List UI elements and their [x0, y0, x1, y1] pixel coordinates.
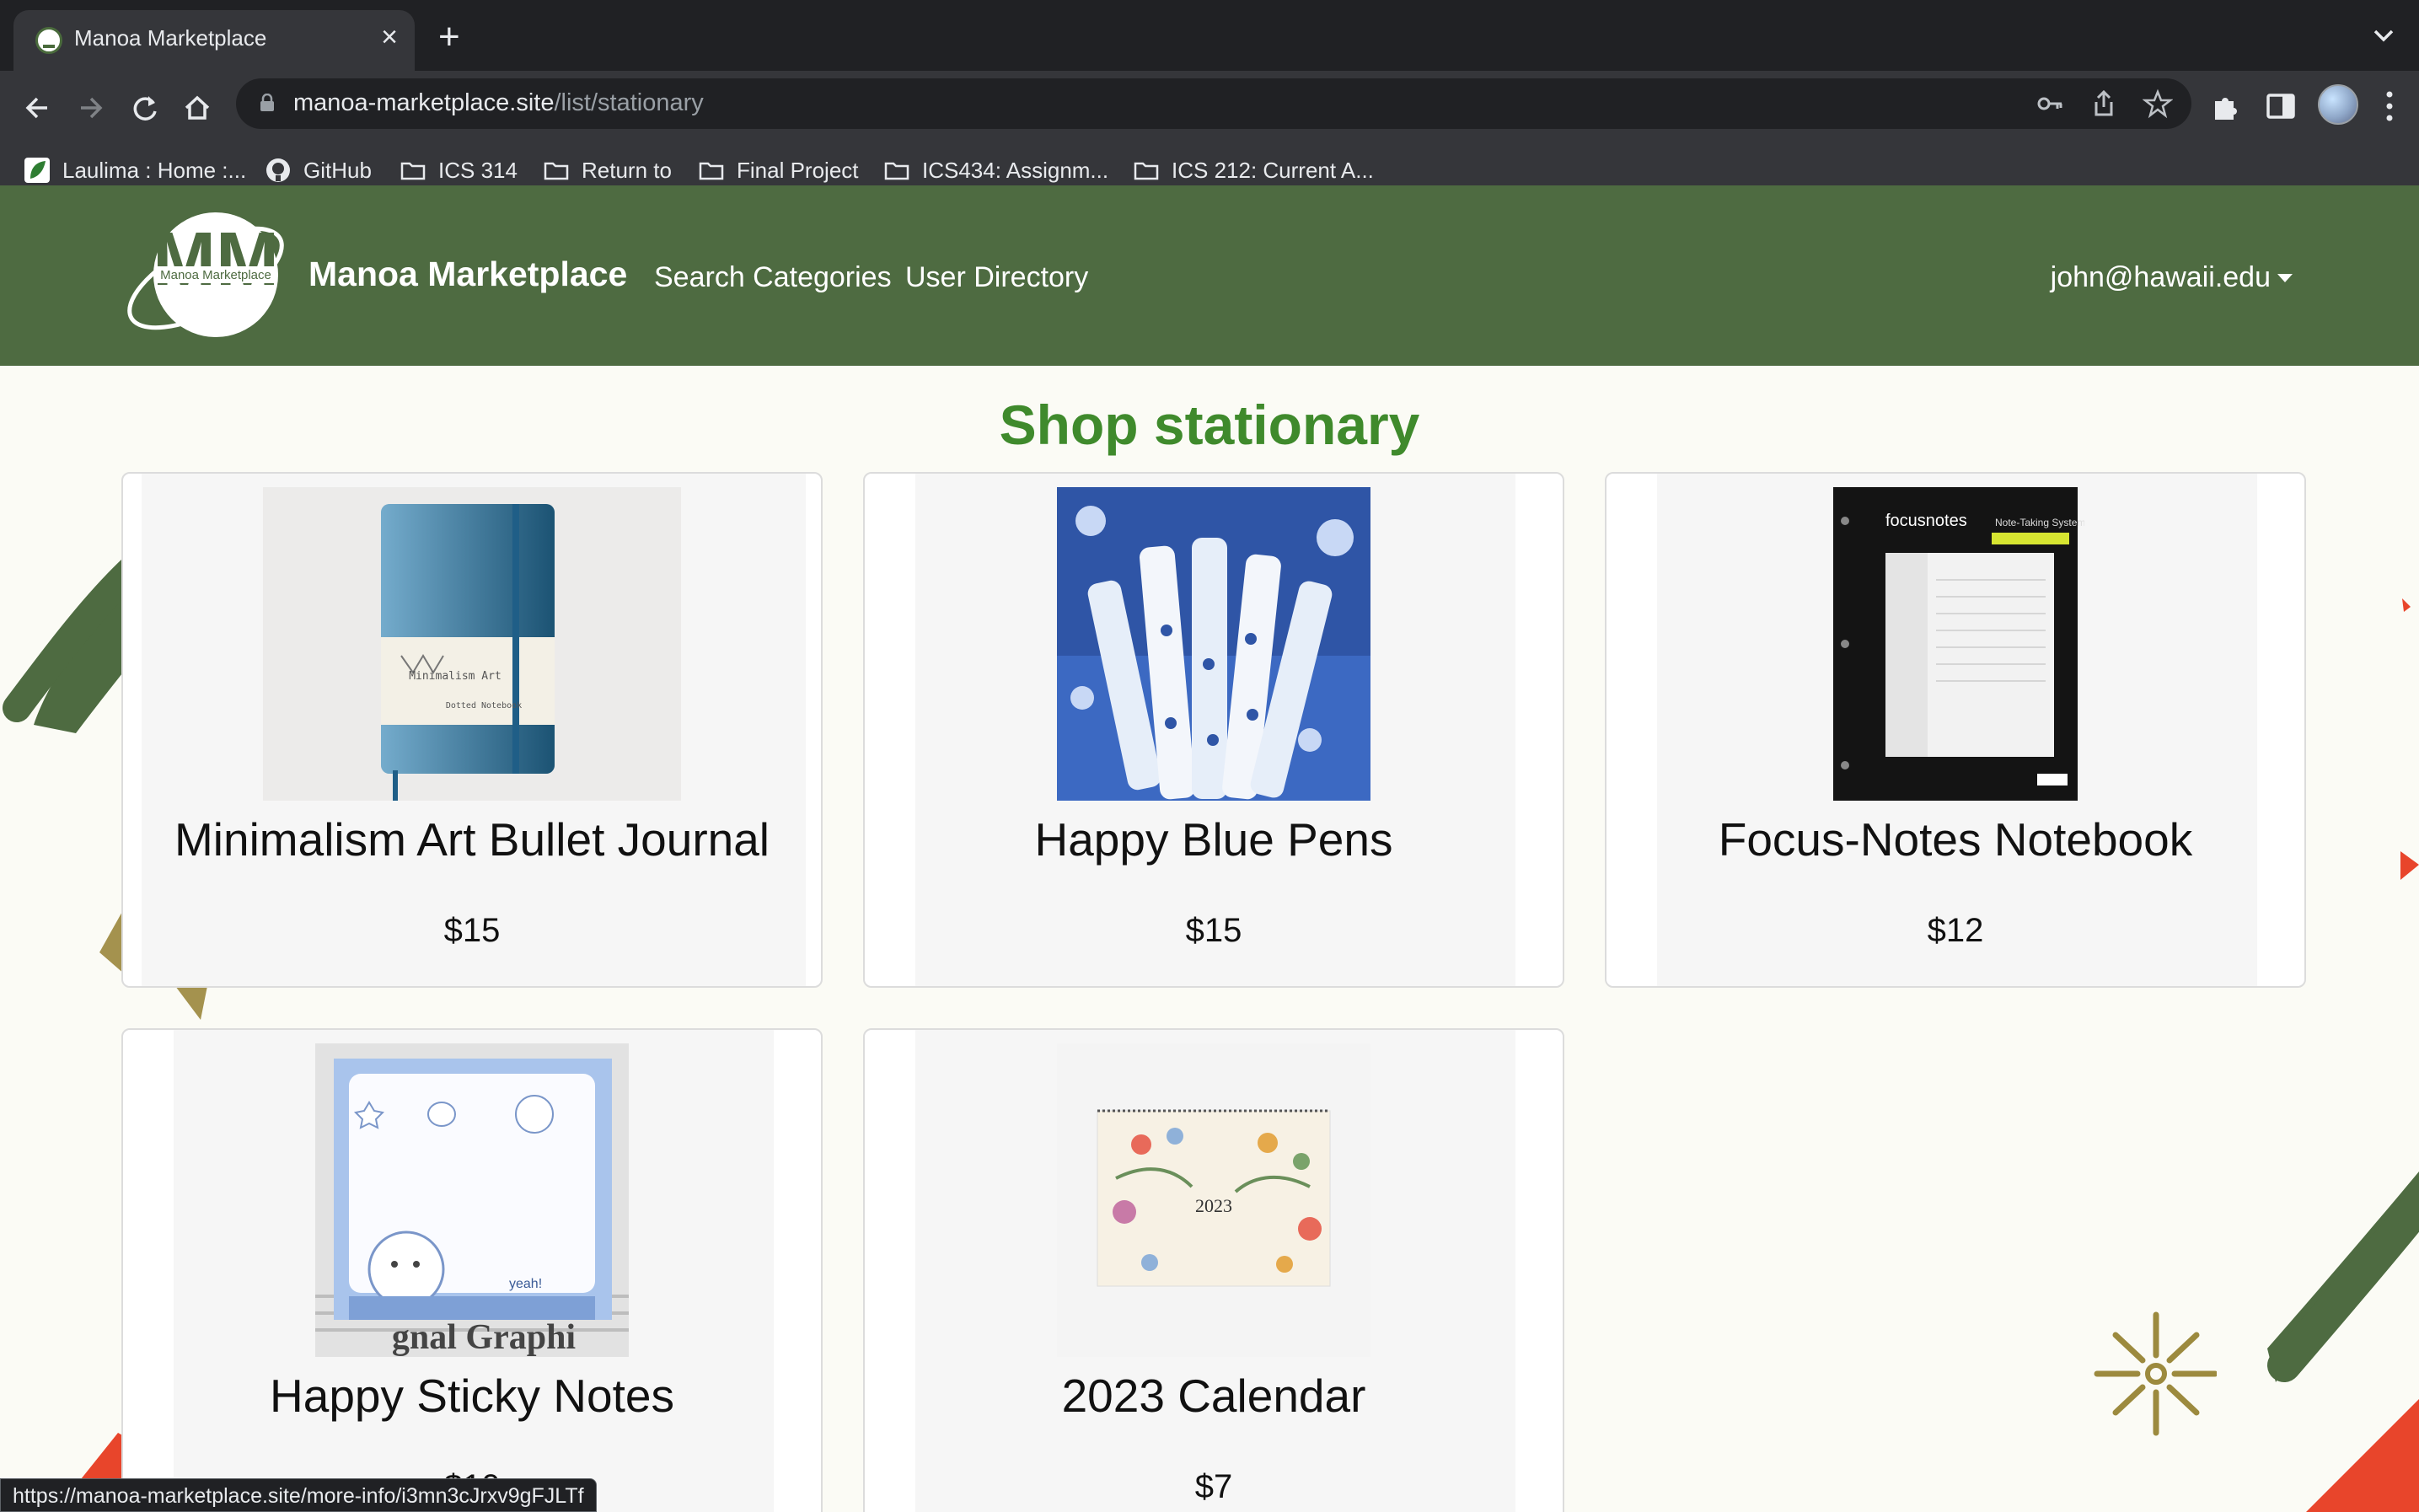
- svg-text:yeah!: yeah!: [509, 1277, 542, 1291]
- nav-link-user-directory[interactable]: User Directory: [905, 261, 1088, 294]
- github-icon: [266, 158, 290, 182]
- product-card[interactable]: Happy Blue Pens $15: [863, 472, 1564, 988]
- bookmark-folder-return-to[interactable]: Return to: [543, 153, 672, 187]
- url-text: manoa-marketplace.site/list/stationary: [293, 89, 704, 116]
- tab-title: Manoa Marketplace: [74, 25, 267, 51]
- decorative-sun-icon: [2094, 1311, 2217, 1436]
- bookmark-folder-final-project[interactable]: Final Project: [698, 153, 859, 187]
- folder-icon: [400, 162, 426, 180]
- folder-icon: [699, 162, 724, 180]
- tab-search-chevron-icon[interactable]: [2367, 19, 2400, 52]
- browser-toolbar: manoa-marketplace.site/list/stationary L…: [0, 71, 2419, 201]
- bookmark-folder-ics212[interactable]: ICS 212: Current A...: [1133, 153, 1374, 187]
- laulima-icon: [24, 158, 50, 183]
- back-icon[interactable]: [15, 86, 59, 130]
- profile-avatar[interactable]: [2318, 84, 2358, 125]
- product-card[interactable]: Minimalism Art Dotted Notebook Minimalis…: [121, 472, 823, 988]
- svg-text:Dotted Notebook: Dotted Notebook: [446, 701, 522, 710]
- svg-text:Manoa Marketplace: Manoa Marketplace: [160, 268, 271, 282]
- forward-icon[interactable]: [69, 86, 113, 130]
- share-icon[interactable]: [2089, 88, 2119, 119]
- svg-text:Minimalism Art: Minimalism Art: [409, 670, 502, 683]
- bookmark-folder-ics314[interactable]: ICS 314: [400, 153, 518, 187]
- address-bar[interactable]: manoa-marketplace.site/list/stationary: [236, 78, 2191, 129]
- product-name: Minimalism Art Bullet Journal: [174, 813, 770, 866]
- bookmark-star-icon[interactable]: [2143, 88, 2173, 119]
- product-name: Happy Blue Pens: [1034, 813, 1393, 866]
- bookmark-laulima[interactable]: Laulima : Home :...: [24, 153, 246, 187]
- site-navbar: MM Manoa Marketplace Manoa Marketplace S…: [0, 185, 2419, 366]
- product-price: $12: [1927, 912, 1984, 949]
- svg-text:focusnotes: focusnotes: [1885, 512, 1967, 530]
- product-card[interactable]: focusnotes Note-Taking System Focus-Note…: [1605, 472, 2306, 988]
- svg-text:2023: 2023: [1195, 1195, 1232, 1216]
- product-name: 2023 Calendar: [1061, 1370, 1366, 1422]
- decorative-red-corner-right: [2306, 1399, 2419, 1512]
- bookmark-folder-ics434[interactable]: ICS434: Assignm...: [883, 153, 1108, 187]
- decorative-red-marks-right: [2400, 598, 2419, 880]
- key-icon[interactable]: [2035, 88, 2065, 119]
- product-image-calendar: 2023: [1057, 1043, 1370, 1357]
- product-price: $15: [443, 912, 501, 949]
- folder-icon: [884, 162, 909, 180]
- reload-icon[interactable]: [123, 86, 167, 130]
- browser-tab[interactable]: Manoa Marketplace ×: [13, 10, 415, 71]
- product-image-journal: Minimalism Art Dotted Notebook: [263, 487, 681, 801]
- product-card[interactable]: 2023 2023 Calendar $7: [863, 1028, 1564, 1512]
- web-page: MM Manoa Marketplace Manoa Marketplace S…: [0, 185, 2419, 1512]
- brand-name[interactable]: Manoa Marketplace: [308, 255, 627, 294]
- svg-text:Note-Taking System: Note-Taking System: [1995, 517, 2084, 528]
- browser-tab-strip: Manoa Marketplace × +: [0, 0, 2419, 71]
- product-image-sticky-notes: gnal Graphi yeah!: [315, 1043, 629, 1357]
- lock-icon: [260, 94, 274, 111]
- side-panel-icon[interactable]: [2262, 88, 2299, 125]
- svg-text:gnal Graphi: gnal Graphi: [392, 1318, 577, 1357]
- folder-icon: [1134, 162, 1159, 180]
- product-image-pens: [1057, 487, 1370, 801]
- close-tab-icon[interactable]: ×: [381, 20, 398, 54]
- page-title: Shop stationary: [999, 394, 1420, 456]
- home-icon[interactable]: [175, 86, 219, 130]
- product-card[interactable]: gnal Graphi yeah! Happy Sticky Notes $10: [121, 1028, 823, 1512]
- manoa-marketplace-logo[interactable]: MM Manoa Marketplace: [118, 206, 295, 349]
- browser-menu-icon[interactable]: [2384, 88, 2395, 125]
- product-price: $7: [1194, 1468, 1233, 1505]
- extensions-icon[interactable]: [2208, 88, 2245, 125]
- folder-icon: [544, 162, 569, 180]
- product-name: Focus-Notes Notebook: [1718, 813, 2193, 866]
- decorative-brush-right: [2267, 1172, 2419, 1382]
- site-favicon-icon: [35, 27, 62, 54]
- product-name: Happy Sticky Notes: [270, 1370, 674, 1422]
- svg-text:MM: MM: [153, 217, 279, 302]
- product-image-notebook: focusnotes Note-Taking System: [1826, 487, 2084, 801]
- nav-link-search-categories[interactable]: Search Categories: [654, 261, 892, 294]
- user-dropdown[interactable]: john@hawaii.edu: [2051, 261, 2293, 294]
- new-tab-icon[interactable]: +: [438, 19, 460, 56]
- user-email: john@hawaii.edu: [2050, 261, 2271, 293]
- bookmark-github[interactable]: GitHub: [265, 153, 372, 187]
- link-preview-status: https://manoa-marketplace.site/more-info…: [0, 1478, 597, 1512]
- caret-down-icon: [2277, 273, 2293, 282]
- product-price: $15: [1185, 912, 1242, 949]
